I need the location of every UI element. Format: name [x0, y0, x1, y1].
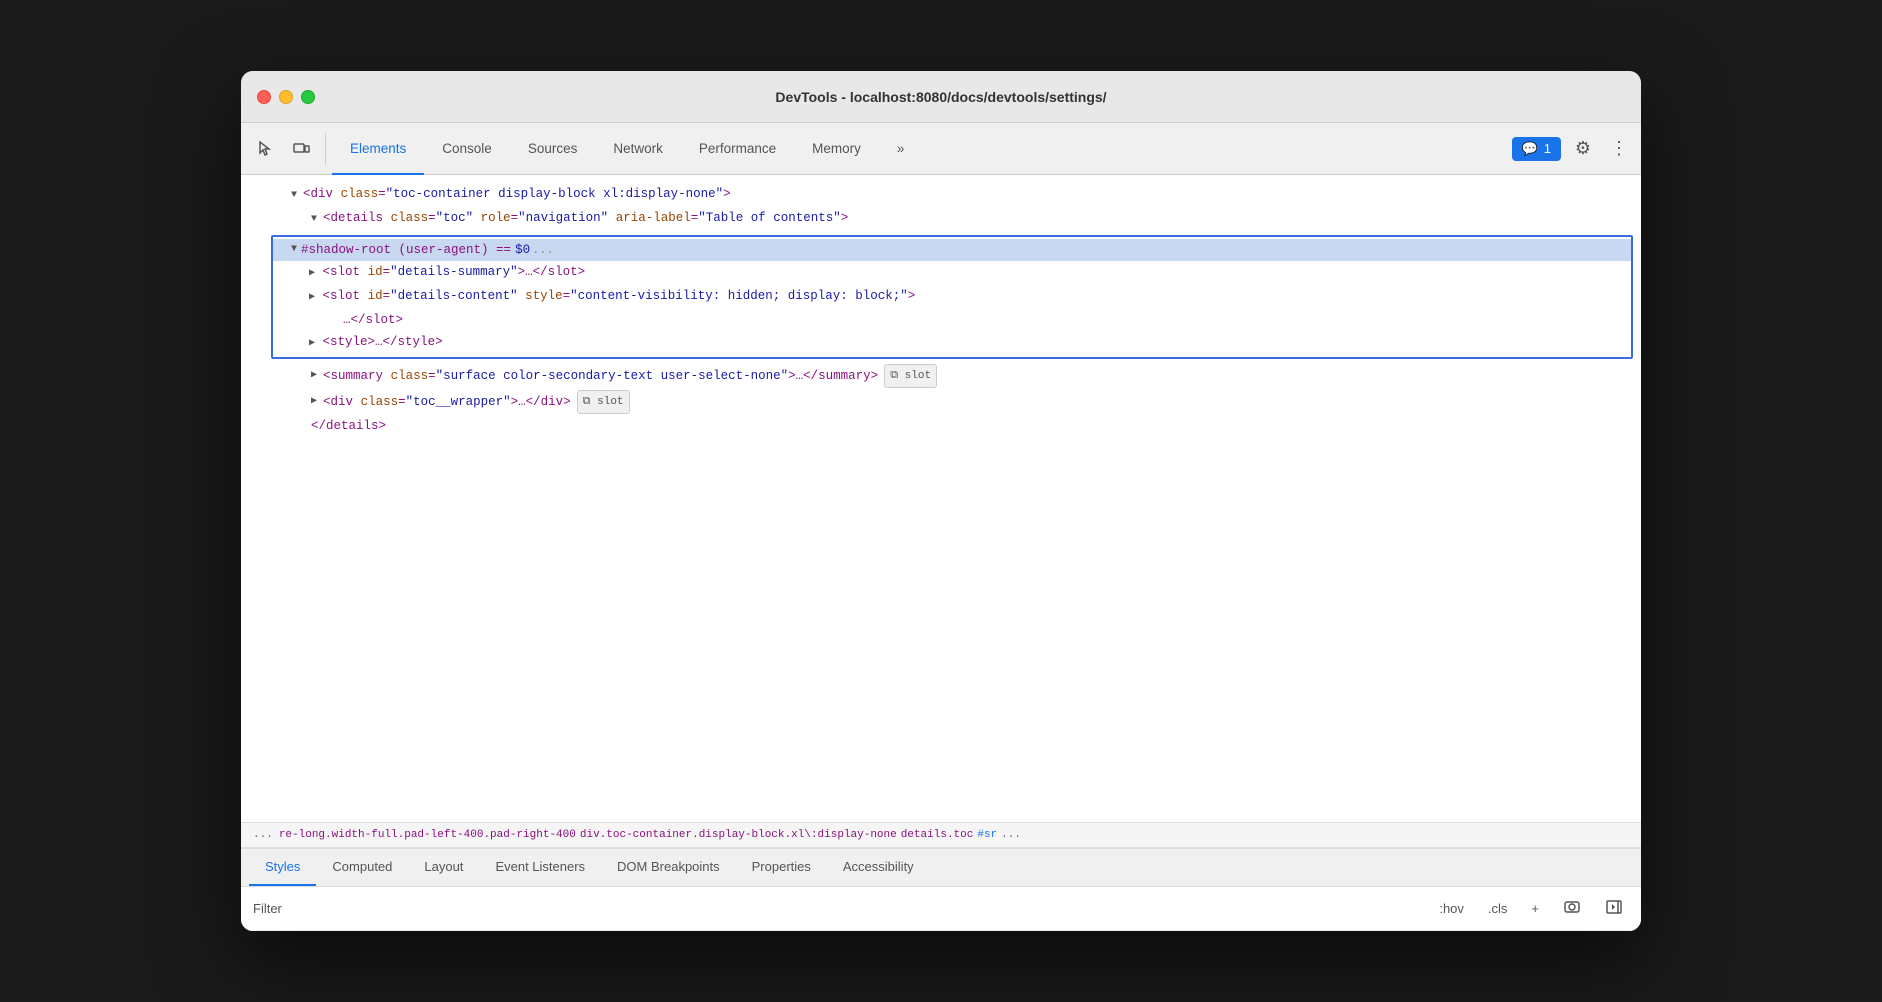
device-icon[interactable] [285, 133, 317, 165]
breadcrumb-dots: ... [253, 829, 273, 841]
slot-badge-2: ⧉ slot [577, 390, 630, 414]
tab-network[interactable]: Network [595, 124, 681, 175]
devtools-panel: Elements Console Sources Network Perform… [241, 123, 1641, 931]
inspect-icon[interactable] [249, 133, 281, 165]
tab-accessibility[interactable]: Accessibility [827, 849, 930, 886]
toolbar-right: 💬 1 ⚙ ⋮ [1512, 135, 1633, 163]
dots-indicator: ... [532, 240, 554, 260]
browser-window: DevTools - localhost:8080/docs/devtools/… [241, 71, 1641, 931]
dom-line-2[interactable]: <details class="toc" role="navigation" a… [241, 207, 1641, 231]
bottom-panel: Styles Computed Layout Event Listeners D… [241, 848, 1641, 931]
cls-button[interactable]: .cls [1482, 898, 1514, 919]
breadcrumb-item-1[interactable]: re-long.width-full.pad-left-400.pad-righ… [279, 829, 576, 841]
slot-badge-1: ⧉ slot [884, 364, 937, 388]
tab-sources[interactable]: Sources [510, 124, 596, 175]
expand-icon-2 [311, 213, 320, 225]
more-options-icon[interactable]: ⋮ [1605, 135, 1633, 163]
titlebar: DevTools - localhost:8080/docs/devtools/… [241, 71, 1641, 123]
breadcrumb-overflow: ... [1001, 829, 1021, 841]
close-button[interactable] [257, 90, 271, 104]
minimize-button[interactable] [279, 90, 293, 104]
dom-line-close-details: </details> [241, 415, 1641, 437]
breadcrumb-item-4[interactable]: #sr [977, 829, 997, 841]
main-toolbar: Elements Console Sources Network Perform… [241, 123, 1641, 175]
toggle-sidebar-icon[interactable] [1599, 895, 1629, 922]
filter-bar: Filter :hov .cls + [241, 887, 1641, 931]
settings-icon[interactable]: ⚙ [1569, 135, 1597, 163]
tab-more[interactable]: » [879, 124, 923, 175]
tab-console[interactable]: Console [424, 124, 510, 175]
tab-event-listeners[interactable]: Event Listeners [479, 849, 601, 886]
tab-computed[interactable]: Computed [316, 849, 408, 886]
summary-expand-icon: ▶ [311, 366, 317, 386]
tab-properties[interactable]: Properties [736, 849, 827, 886]
tab-styles[interactable]: Styles [249, 849, 316, 886]
message-badge[interactable]: 💬 1 [1512, 137, 1561, 161]
dom-line-summary[interactable]: ▶ <summary class="surface color-secondar… [241, 363, 1641, 389]
filter-label: Filter [253, 901, 282, 916]
breadcrumb-item-2[interactable]: div.toc-container.display-block.xl\:disp… [580, 829, 897, 841]
message-count: 1 [1544, 141, 1551, 156]
window-title: DevTools - localhost:8080/docs/devtools/… [775, 89, 1106, 105]
tab-list: Elements Console Sources Network Perform… [332, 123, 1510, 174]
shadow-slot-1[interactable]: ▶ <slot id="details-summary">…</slot> [273, 261, 1631, 285]
screenshot-icon[interactable] [1557, 895, 1587, 922]
bottom-tab-list: Styles Computed Layout Event Listeners D… [241, 849, 1641, 887]
shadow-root-container: ▼ #shadow-root (user-agent) == $0 ... ▶ … [271, 235, 1633, 359]
maximize-button[interactable] [301, 90, 315, 104]
add-style-button[interactable]: + [1525, 898, 1545, 919]
more-icon: » [897, 141, 905, 156]
shadow-style[interactable]: ▶ <style>…</style> [273, 331, 1631, 355]
tab-layout[interactable]: Layout [408, 849, 479, 886]
slot2-expand-icon: ▶ [309, 292, 315, 303]
dom-line-toc-wrapper[interactable]: ▶ <div class="toc__wrapper">…</div> ⧉ sl… [241, 389, 1641, 415]
tab-memory[interactable]: Memory [794, 124, 879, 175]
shadow-slot-2[interactable]: ▶ <slot id="details-content" style="cont… [273, 285, 1631, 309]
traffic-lights [257, 90, 315, 104]
message-icon: 💬 [1522, 141, 1538, 157]
dom-line-1[interactable]: <div class="toc-container display-block … [241, 183, 1641, 207]
expand-icon [291, 189, 300, 201]
style-expand-icon: ▶ [309, 338, 315, 349]
hov-button[interactable]: :hov [1433, 898, 1470, 919]
filter-actions: :hov .cls + [1433, 895, 1629, 922]
shadow-ellipsis: …</slot> [273, 309, 1631, 331]
tool-icons [249, 133, 326, 165]
breadcrumb-bar: ... re-long.width-full.pad-left-400.pad-… [241, 822, 1641, 848]
shadow-root-line[interactable]: ▼ #shadow-root (user-agent) == $0 ... [273, 239, 1631, 261]
dom-panel: <div class="toc-container display-block … [241, 175, 1641, 822]
tab-elements[interactable]: Elements [332, 124, 424, 175]
toc-wrapper-expand-icon: ▶ [311, 392, 317, 412]
shadow-expand-icon: ▼ [291, 240, 297, 260]
tab-performance[interactable]: Performance [681, 124, 794, 175]
breadcrumb-item-3[interactable]: details.toc [901, 829, 974, 841]
slot1-expand-icon: ▶ [309, 268, 315, 279]
tab-dom-breakpoints[interactable]: DOM Breakpoints [601, 849, 736, 886]
